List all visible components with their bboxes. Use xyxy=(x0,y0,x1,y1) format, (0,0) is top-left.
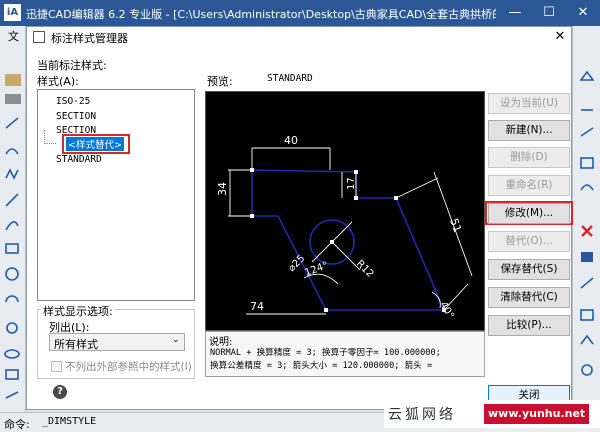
delete-style-button[interactable]: 删除(D) xyxy=(488,147,570,168)
rename-style-button[interactable]: 重命名(R) xyxy=(488,175,570,196)
description-label: 说明: xyxy=(209,337,233,348)
description-box: NORMAL + 换算精度 = 3; 换算子零因子= 100.000000; 换… xyxy=(205,331,485,377)
dim-bottom: 74 xyxy=(250,300,264,313)
watermark: 云狐网络 www.yunhu.net xyxy=(384,400,600,428)
watermark-url: www.yunhu.net xyxy=(484,404,590,424)
command-value: _DIMSTYLE xyxy=(42,416,97,427)
exclude-xref-checkbox[interactable] xyxy=(51,361,62,372)
dimstyle-manager-dialog: 标注样式管理器 ✕ 当前标注样式: 样式(A): 预览: STANDARD IS… xyxy=(26,26,573,410)
dialog-close-button[interactable]: ✕ xyxy=(551,29,569,45)
styles-list[interactable]: ISO-25 SECTION SECTION <样式替代> STANDARD xyxy=(37,89,195,301)
dim-top-width: 40 xyxy=(284,134,298,147)
selected-style-override[interactable]: <样式替代> xyxy=(66,137,124,151)
menu-fragment[interactable]: 文 xyxy=(8,28,19,44)
minimize-button[interactable]: — xyxy=(498,0,532,26)
modify-tools-icons[interactable] xyxy=(573,66,600,406)
chevron-down-icon: ⌄ xyxy=(172,335,180,345)
clear-override-button[interactable]: 清除替代(C) xyxy=(488,287,570,308)
description-line: 换算公差精度 = 3; 箭头大小 = 120.000000; 箭头 = xyxy=(210,361,433,371)
left-toolbar: 文 xyxy=(0,26,26,412)
current-style-label: 当前标注样式: xyxy=(37,59,107,72)
new-style-button[interactable]: 新建(N)... xyxy=(488,120,570,141)
dialog-title: 标注样式管理器 xyxy=(51,32,128,45)
styles-label: 样式(A): xyxy=(37,75,79,88)
modify-style-button[interactable]: 修改(M)... xyxy=(488,203,570,224)
compare-button[interactable]: 比较(P)... xyxy=(488,315,570,336)
display-options-label: 样式显示选项: xyxy=(41,303,115,319)
maximize-button[interactable]: ☐ xyxy=(532,0,566,26)
copy-icon xyxy=(581,252,593,262)
list-item[interactable]: ISO-25 xyxy=(56,96,90,107)
description-line: NORMAL + 换算精度 = 3; 换算子零因子= 100.000000; xyxy=(210,348,441,358)
style-preview-canvas: 40 34 17 51 R12 ⌀25 124° 40° 74 xyxy=(205,91,485,331)
app-window-title: 迅捷CAD编辑器 6.2 专业版 - [C:\Users\Administrat… xyxy=(26,8,496,21)
help-icon[interactable]: ? xyxy=(53,385,67,399)
exclude-xref-label: 不列出外部参照中的样式(I) xyxy=(65,361,192,373)
app-logo-icon: iA xyxy=(4,4,21,21)
dialog-title-bar: 标注样式管理器 ✕ xyxy=(27,27,571,47)
watermark-text: 云狐网络 xyxy=(388,407,456,423)
preview-drawing: 40 34 17 51 R12 ⌀25 124° 40° 74 xyxy=(216,134,473,321)
dim-radius: R12 xyxy=(354,258,376,280)
preview-label: 预览: xyxy=(207,75,233,88)
tree-connector xyxy=(44,130,56,144)
drawing-tools-icons[interactable] xyxy=(0,66,26,406)
list-item[interactable]: SECTION xyxy=(56,111,96,122)
app-title-bar: iA 迅捷CAD编辑器 6.2 专业版 - [C:\Users\Administ… xyxy=(0,0,600,26)
app-close-button[interactable]: ✕ xyxy=(566,0,600,26)
dim-left-height: 34 xyxy=(216,182,229,196)
dim-slant: 51 xyxy=(447,217,464,235)
command-label: 命令: xyxy=(4,418,30,431)
override-button[interactable]: 替代(O)... xyxy=(488,231,570,252)
list-filter-select[interactable]: 所有样式 ⌄ xyxy=(49,333,185,351)
dialog-window-icon xyxy=(33,31,45,43)
list-item[interactable]: STANDARD xyxy=(56,154,102,165)
right-toolbar xyxy=(572,26,600,412)
set-current-button[interactable]: 设为当前(U) xyxy=(488,93,570,114)
dim-notch: 17 xyxy=(346,177,357,190)
layer-icon xyxy=(5,74,21,86)
preview-style-name: STANDARD xyxy=(267,73,313,84)
save-override-button[interactable]: 保存替代(S) xyxy=(488,259,570,280)
list-filter-value: 所有样式 xyxy=(54,338,98,351)
